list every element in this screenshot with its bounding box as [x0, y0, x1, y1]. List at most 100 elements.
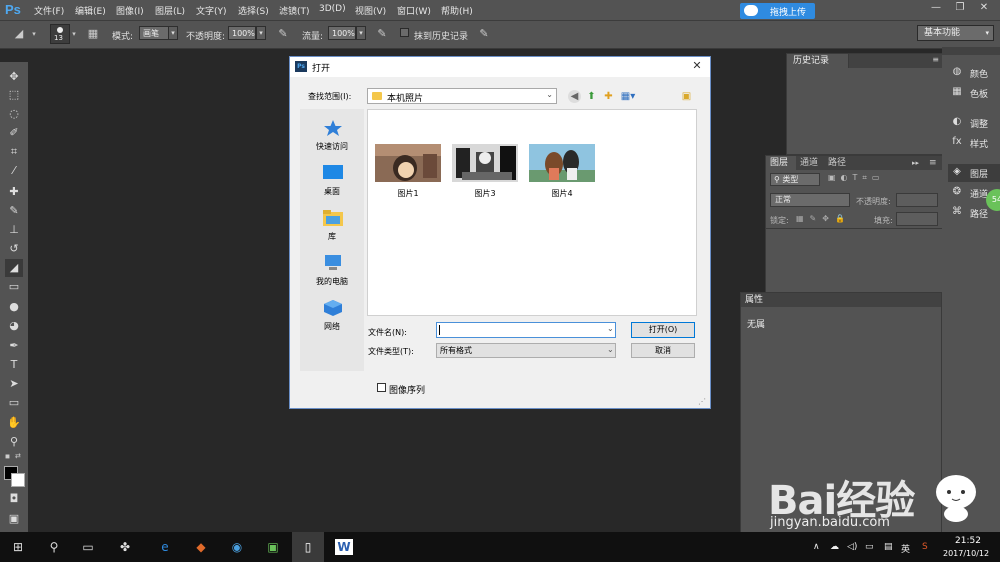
dock-styles[interactable]: fx 样式: [948, 134, 1000, 152]
move-tool-icon[interactable]: ✥: [5, 68, 23, 86]
workspace-select[interactable]: 基本功能 ▾: [917, 25, 994, 41]
volume-icon[interactable]: ◁): [847, 542, 857, 552]
menu-filter[interactable]: 滤镜(T): [279, 4, 310, 17]
pressure-size-icon[interactable]: ✎: [477, 27, 491, 41]
lasso-tool-icon[interactable]: ◌: [5, 105, 23, 123]
gradient-tool-icon[interactable]: ▭: [5, 278, 23, 296]
place-network[interactable]: 网络: [300, 299, 364, 343]
filter-icons[interactable]: ▣◐T⌗▭: [828, 173, 885, 183]
quick-mask-icon[interactable]: ◘: [5, 490, 23, 508]
tab-channels[interactable]: 通道: [800, 156, 818, 170]
document-app-icon[interactable]: ▯: [299, 539, 317, 555]
photoshop-folder-icon[interactable]: ▣: [680, 90, 693, 103]
file-item[interactable]: 图片1: [373, 144, 443, 204]
iqiyi-app-icon[interactable]: ▣: [264, 539, 282, 555]
tray-arrow-icon[interactable]: ∧: [813, 542, 820, 552]
clock-date[interactable]: 2017/10/12: [943, 549, 989, 558]
mode-select[interactable]: 画笔: [139, 26, 169, 40]
fill-input[interactable]: [896, 212, 938, 226]
pressure-opacity-icon[interactable]: ✎: [276, 27, 290, 41]
pen-tool-icon[interactable]: ✒: [5, 337, 23, 355]
close-icon[interactable]: ✕: [690, 59, 704, 73]
brush-tool-icon[interactable]: ✎: [5, 202, 23, 220]
tab-layers[interactable]: 图层: [766, 156, 796, 170]
collapse-icon[interactable]: ▸▸: [912, 156, 919, 170]
type-tool-icon[interactable]: T: [5, 356, 23, 374]
path-select-tool-icon[interactable]: ➤: [5, 375, 23, 393]
panel-menu-icon[interactable]: ≡: [932, 55, 939, 64]
panel-menu-icon[interactable]: ≡: [929, 156, 937, 170]
resize-grip-icon[interactable]: ⋰: [698, 397, 706, 406]
place-my-computer[interactable]: 我的电脑: [300, 254, 364, 298]
healing-brush-tool-icon[interactable]: ✚: [5, 183, 23, 201]
view-menu-icon[interactable]: ▦▾: [619, 90, 637, 103]
flow-dropdown-icon[interactable]: ▾: [356, 26, 366, 40]
file-item[interactable]: 图片4: [527, 144, 597, 204]
menu-layer[interactable]: 图层(L): [155, 4, 185, 17]
dock-color[interactable]: ◍ 颜色: [948, 64, 1000, 82]
layer-filter-select[interactable]: ⚲ 类型: [770, 173, 820, 186]
sogou-icon[interactable]: S: [922, 542, 928, 552]
edge-browser-icon[interactable]: e: [156, 539, 174, 555]
lock-icons[interactable]: ▦✎✥🔒: [796, 214, 851, 223]
quick-select-tool-icon[interactable]: ✐: [5, 124, 23, 142]
mode-dropdown-icon[interactable]: ▾: [168, 26, 178, 40]
minimize-icon[interactable]: —: [924, 0, 948, 16]
place-libraries[interactable]: 库: [300, 209, 364, 253]
fox-app-icon[interactable]: ◆: [192, 539, 210, 555]
layer-opacity-input[interactable]: [896, 193, 938, 207]
restore-icon[interactable]: ❐: [948, 0, 972, 16]
dock-adjustments[interactable]: ◐ 调整: [948, 114, 1000, 132]
eyedropper-tool-icon[interactable]: ⁄: [5, 162, 23, 180]
history-brush-tool-icon[interactable]: ↺: [5, 240, 23, 258]
eraser-tool-icon[interactable]: ◢: [5, 259, 23, 277]
zoom-tool-icon[interactable]: ⚲: [5, 433, 23, 451]
tab-history[interactable]: 历史记录: [787, 54, 849, 68]
image-sequence-checkbox[interactable]: [377, 383, 386, 392]
windows-start-icon[interactable]: ⊞: [9, 539, 27, 555]
place-quick-access[interactable]: 快速访问: [300, 119, 364, 163]
new-folder-icon[interactable]: ✚: [602, 90, 615, 103]
open-button[interactable]: 打开(O): [631, 322, 695, 338]
menu-3d[interactable]: 3D(D): [319, 4, 346, 14]
menu-image[interactable]: 图像(I): [116, 4, 144, 17]
hand-tool-icon[interactable]: ✋: [5, 414, 23, 432]
look-in-select[interactable]: 本机照片 ⌄: [367, 88, 557, 104]
flow-input[interactable]: 100%: [328, 26, 356, 40]
chevron-down-icon[interactable]: ⌄: [607, 345, 614, 354]
opacity-input[interactable]: 100%: [228, 26, 256, 40]
filename-input[interactable]: [436, 322, 616, 338]
airbrush-icon[interactable]: ✎: [375, 27, 389, 41]
opacity-dropdown-icon[interactable]: ▾: [256, 26, 266, 40]
eraser-tool-icon[interactable]: ◢: [12, 27, 26, 41]
menu-edit[interactable]: 编辑(E): [75, 4, 106, 17]
erase-to-history-checkbox[interactable]: [400, 28, 409, 37]
brush-panel-icon[interactable]: ▦: [86, 27, 100, 41]
menu-window[interactable]: 窗口(W): [397, 4, 431, 17]
word-app-icon[interactable]: W: [335, 539, 353, 555]
place-desktop[interactable]: 桌面: [300, 164, 364, 208]
blur-tool-icon[interactable]: ●: [5, 298, 23, 316]
marquee-tool-icon[interactable]: ⬚: [5, 86, 23, 104]
rectangle-tool-icon[interactable]: ▭: [5, 394, 23, 412]
clone-stamp-tool-icon[interactable]: ⊥: [5, 221, 23, 239]
crop-tool-icon[interactable]: ⌗: [5, 143, 23, 161]
upload-button[interactable]: 拖拽上传: [740, 3, 815, 19]
cancel-button[interactable]: 取消: [631, 343, 695, 358]
browser-app-icon[interactable]: ◉: [228, 539, 246, 555]
swap-colors-icon[interactable]: ⇄: [15, 452, 23, 460]
tab-properties[interactable]: 属性: [741, 293, 941, 307]
task-view-icon[interactable]: ▭: [79, 539, 97, 555]
background-color-swatch[interactable]: [11, 473, 25, 487]
menu-file[interactable]: 文件(F): [34, 4, 64, 17]
network-tray-icon[interactable]: ▭: [865, 542, 874, 552]
dock-layers[interactable]: ◈ 图层: [948, 164, 1000, 182]
pinwheel-app-icon[interactable]: ✤: [116, 539, 134, 555]
ime-indicator[interactable]: 英: [901, 542, 910, 555]
up-folder-icon[interactable]: ⬆: [585, 90, 598, 103]
brush-size-picker[interactable]: 13: [50, 24, 70, 44]
filetype-select[interactable]: 所有格式: [436, 343, 616, 358]
search-icon[interactable]: ⚲: [45, 539, 63, 555]
cloud-tray-icon[interactable]: ☁: [830, 542, 839, 552]
brush-arrow-icon[interactable]: ▾: [70, 27, 78, 41]
